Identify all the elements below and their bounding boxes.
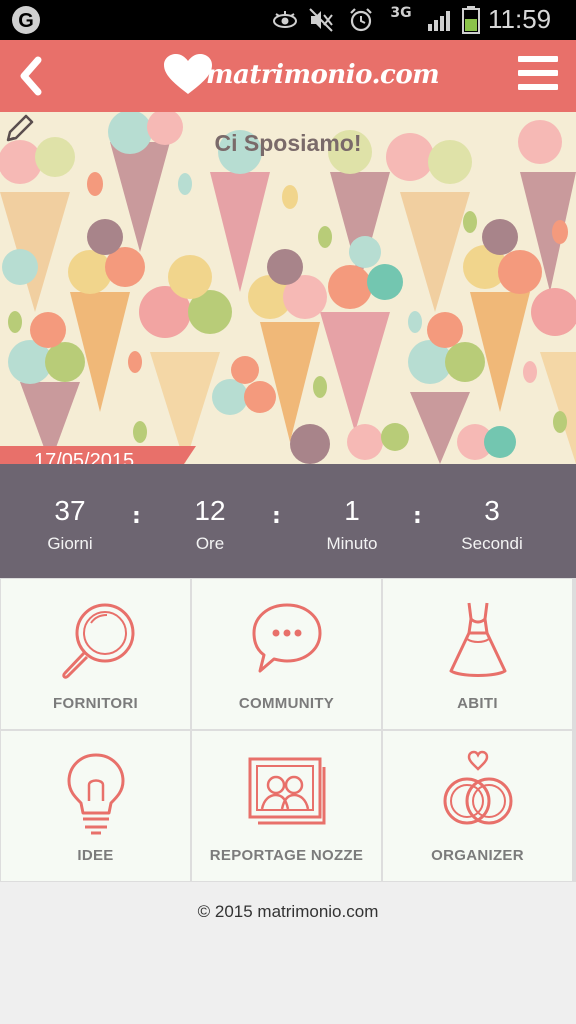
back-button[interactable] (10, 50, 54, 102)
svg-text:G: G (18, 10, 34, 32)
tile-community[interactable]: COMMUNITY (192, 579, 381, 729)
rings-icon (443, 750, 512, 825)
event-title: Ci Sposiamo! (214, 130, 362, 156)
tile-idee[interactable]: IDEE (1, 731, 190, 881)
countdown-panel: 37 Giorni : 12 Ore : 1 Minuto : 3 Second… (0, 464, 576, 578)
countdown-minutes: 1 Minuto (326, 495, 378, 553)
dress-icon (449, 602, 506, 677)
app-header: matrimonio.com (0, 40, 576, 112)
brand-name: matrimonio.com (206, 60, 440, 90)
mute-icon (309, 8, 333, 32)
alarm-icon (350, 8, 372, 32)
battery-icon (462, 6, 480, 34)
clock: 11:59 (488, 4, 552, 34)
eye-icon (273, 11, 297, 28)
network-type: 3G (390, 5, 412, 21)
menu-icon (518, 56, 558, 62)
tile-abiti[interactable]: ABITI (383, 579, 572, 729)
hero-banner: Ci Sposiamo! (0, 112, 576, 464)
magnifier-icon (61, 603, 134, 679)
ice-cream-pattern (0, 112, 576, 464)
feature-grid: FORNITORI COMMUNITY ABITI IDEE REPORTAGE… (0, 578, 576, 882)
countdown-days: 37 Giorni (47, 495, 93, 553)
footer: © 2015 matrimonio.com (0, 882, 576, 1024)
chat-bubble-icon (252, 603, 321, 673)
tile-fornitori[interactable]: FORNITORI (1, 579, 190, 729)
countdown-seconds: 3 Secondi (461, 495, 523, 553)
tile-organizer[interactable]: ORGANIZER (383, 731, 572, 881)
photo-album-icon (248, 757, 325, 825)
edit-pencil-icon[interactable] (0, 112, 36, 148)
copyright: © 2015 matrimonio.com (197, 902, 379, 921)
tile-reportage-nozze[interactable]: REPORTAGE NOZZE (192, 731, 381, 881)
status-bar: G 3G 11:59 (0, 0, 576, 40)
google-icon: G (12, 6, 40, 34)
signal-icon (428, 11, 450, 31)
lightbulb-icon (67, 753, 124, 835)
brand-logo[interactable]: matrimonio.com (162, 46, 440, 106)
menu-button[interactable] (516, 54, 562, 96)
countdown-hours: 12 Ore (194, 495, 226, 553)
